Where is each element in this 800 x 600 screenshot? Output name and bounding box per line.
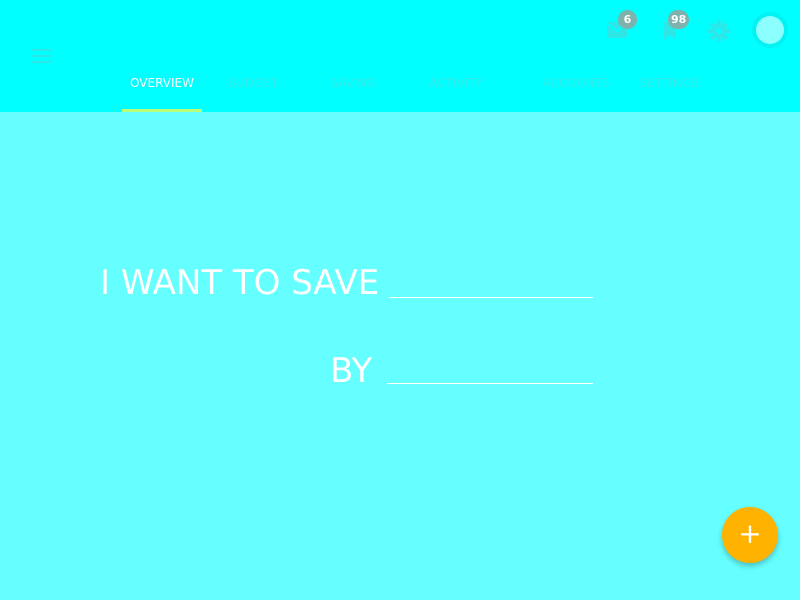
by-date-label: BY (330, 351, 373, 391)
add-button[interactable]: + (722, 507, 778, 563)
tab-budget[interactable]: BUDGET (216, 64, 290, 112)
save-goal-label: I WANT TO SAVE (100, 263, 380, 303)
mail-badge: 6 (618, 10, 637, 29)
tab-accounts[interactable]: ACCOUNTS (536, 64, 616, 112)
tab-overview[interactable]: OVERVIEW (122, 64, 202, 112)
target-date-input[interactable] (387, 354, 593, 384)
mail-button[interactable]: 6 (601, 10, 637, 46)
savings-amount-input[interactable] (389, 268, 593, 298)
tab-bar: OVERVIEW BUDGET SAVING ACTIVITY ACCOUNTS… (0, 64, 800, 112)
settings-button[interactable] (703, 14, 735, 46)
hamburger-menu-icon (32, 49, 52, 51)
app-bar: 6 98 OVERVIEW BUDGET SAVING ACTIVITY ACC… (0, 0, 800, 112)
avatar[interactable] (752, 12, 788, 48)
savings-goal-panel: I WANT TO SAVE BY (0, 112, 800, 600)
bookmark-button[interactable]: 98 (654, 10, 690, 46)
bookmark-badge: 98 (668, 10, 690, 29)
tab-activity[interactable]: ACTIVITY (418, 64, 494, 112)
tab-settings[interactable]: SETTINGS (632, 64, 706, 112)
gear-icon (708, 20, 730, 42)
plus-icon: + (738, 517, 762, 550)
tab-saving[interactable]: SAVING (318, 64, 388, 112)
